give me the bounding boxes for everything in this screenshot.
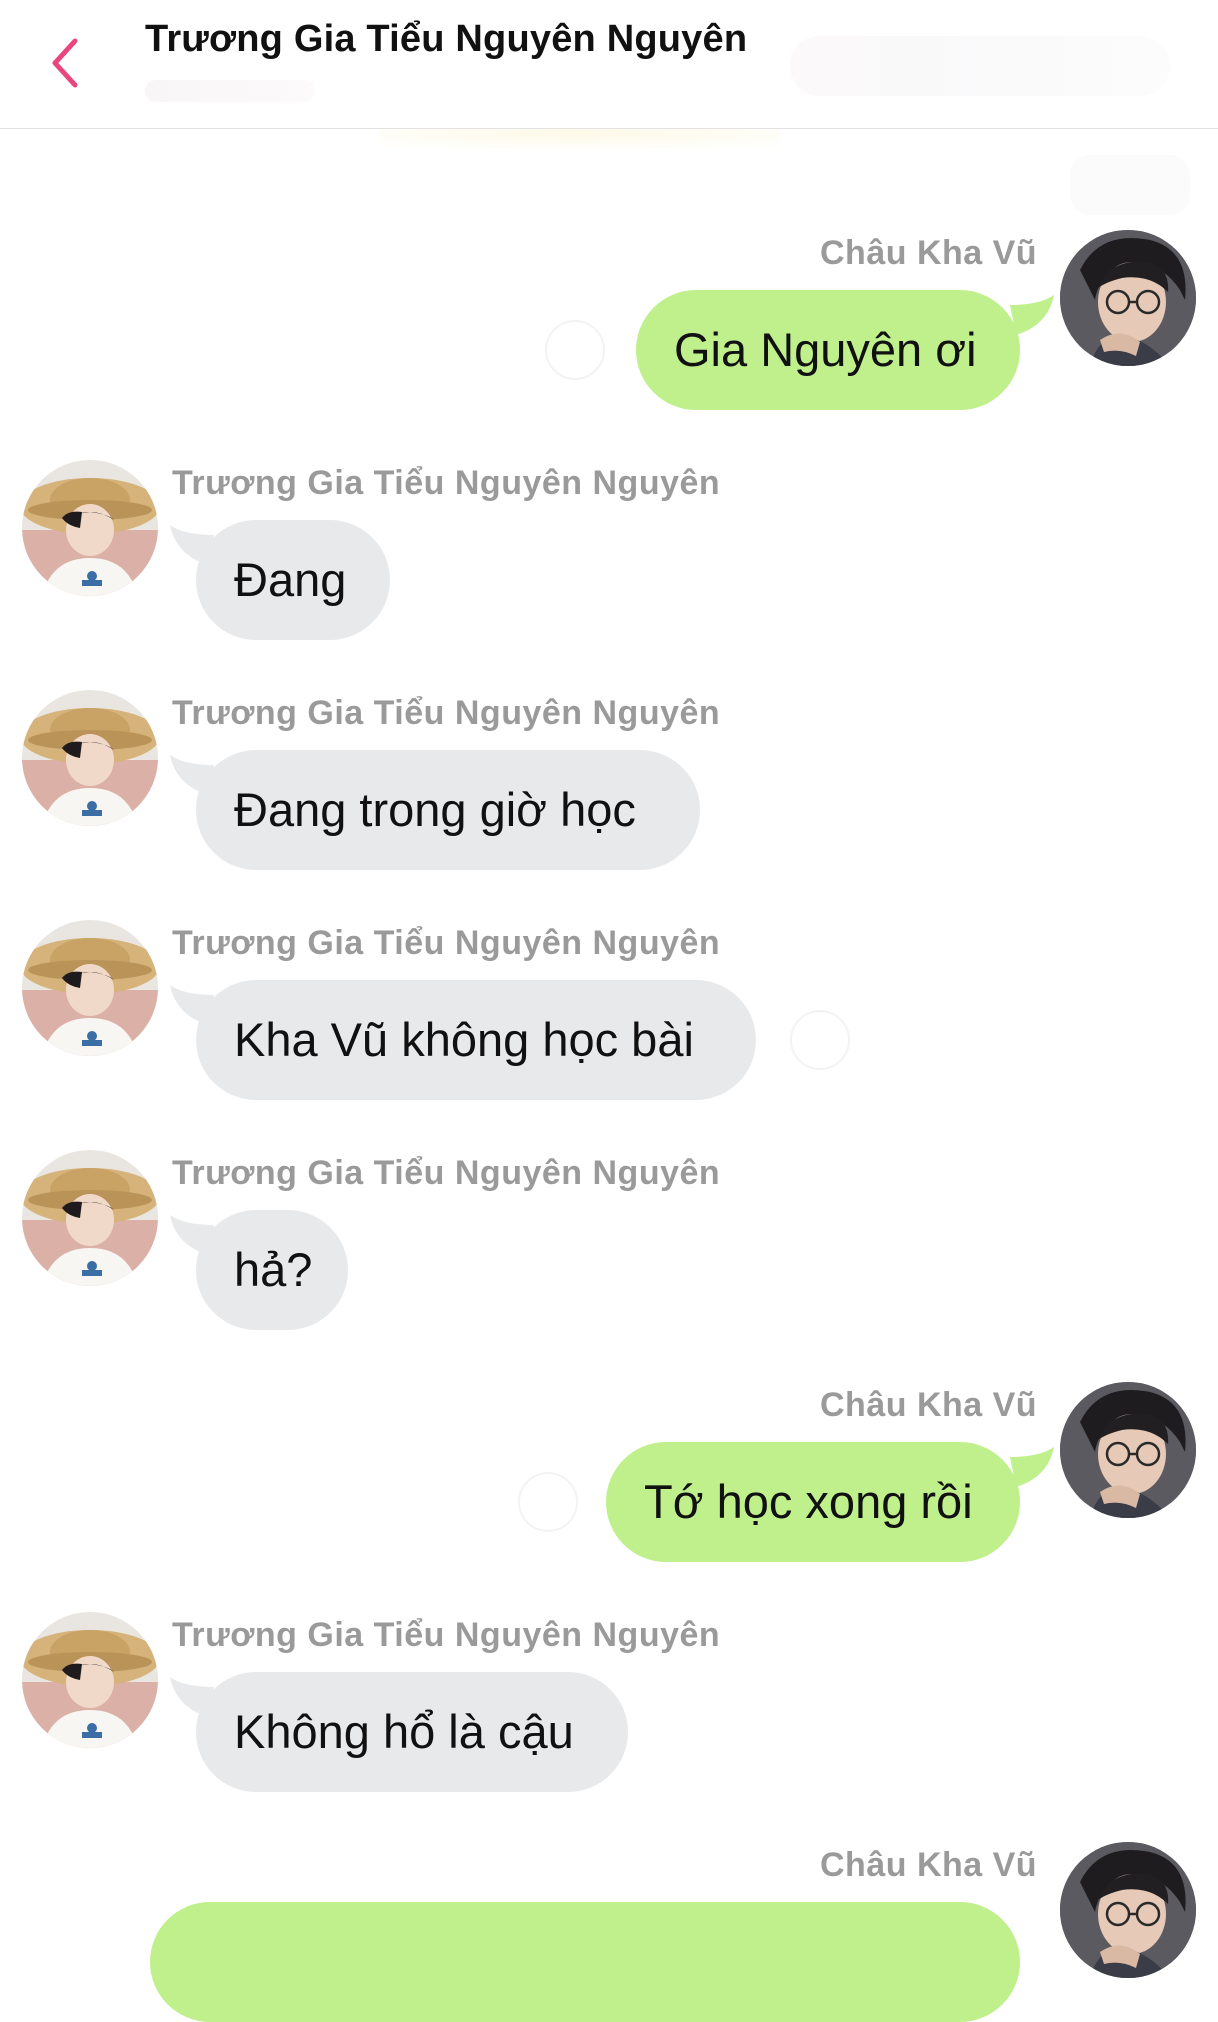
message-bubble-incoming[interactable]: hả? [196, 1210, 348, 1330]
avatar[interactable] [22, 1612, 158, 1748]
avatar[interactable] [22, 460, 158, 596]
message-bubble-outgoing[interactable] [150, 1902, 1020, 2022]
message-bubble-incoming[interactable]: Không hổ là cậu [196, 1672, 628, 1792]
avatar[interactable] [1060, 1382, 1196, 1518]
chat-title: Trương Gia Tiểu Nguyên Nguyên [145, 18, 748, 60]
faded-element [1070, 155, 1190, 215]
message-bubble-outgoing[interactable]: Tớ học xong rồi [606, 1442, 1020, 1562]
avatar[interactable] [22, 1150, 158, 1286]
sender-name: Trương Gia Tiểu Nguyên Nguyên [172, 464, 721, 502]
back-button[interactable] [30, 28, 100, 98]
chevron-left-icon [52, 38, 78, 88]
avatar[interactable] [22, 690, 158, 826]
sender-name: Châu Kha Vũ [820, 234, 1038, 272]
chat-header: Trương Gia Tiểu Nguyên Nguyên [0, 0, 1218, 129]
sender-name: Trương Gia Tiểu Nguyên Nguyên [172, 924, 721, 962]
message-bubble-incoming[interactable]: Đang trong giờ học [196, 750, 700, 870]
message-bubble-incoming[interactable]: Kha Vũ không học bài [196, 980, 756, 1100]
avatar[interactable] [1060, 230, 1196, 366]
avatar[interactable] [22, 920, 158, 1056]
avatar[interactable] [1060, 1842, 1196, 1978]
header-actions-area [790, 36, 1170, 96]
chat-subtitle-placeholder [145, 80, 315, 102]
message-bubble-outgoing[interactable]: Gia Nguyên ơi [636, 290, 1020, 410]
sender-name: Châu Kha Vũ [820, 1846, 1038, 1884]
sender-name: Trương Gia Tiểu Nguyên Nguyên [172, 1154, 721, 1192]
sender-name: Trương Gia Tiểu Nguyên Nguyên [172, 1616, 721, 1654]
sender-name: Trương Gia Tiểu Nguyên Nguyên [172, 694, 721, 732]
reaction-icon [790, 1010, 850, 1070]
reaction-icon [545, 320, 605, 380]
sender-name: Châu Kha Vũ [820, 1386, 1038, 1424]
reaction-icon [518, 1472, 578, 1532]
message-bubble-incoming[interactable]: Đang [196, 520, 390, 640]
